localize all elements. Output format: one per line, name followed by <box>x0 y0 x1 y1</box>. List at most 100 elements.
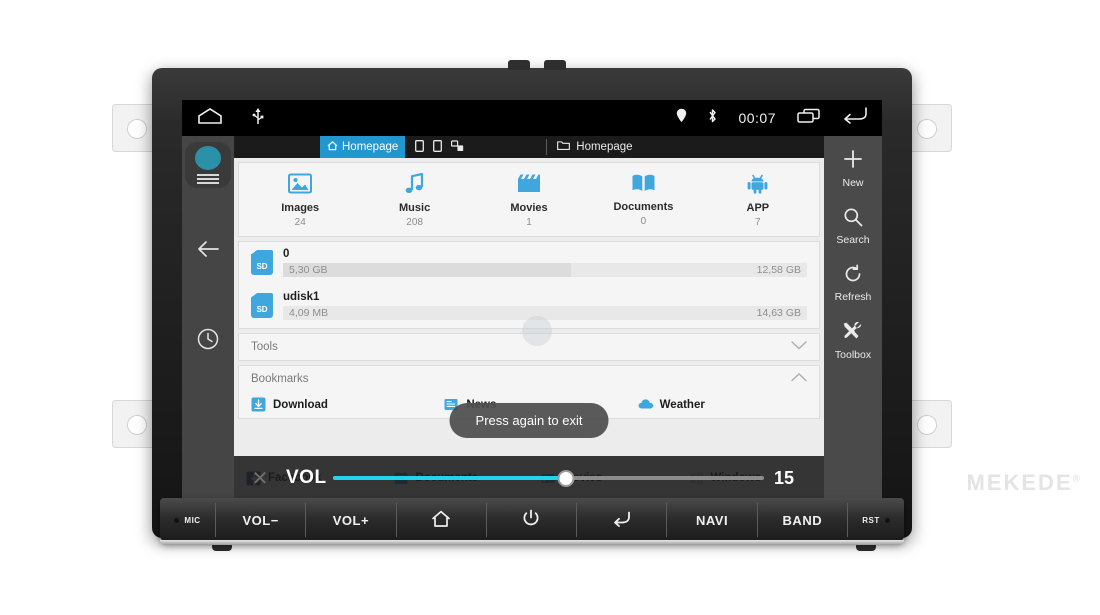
weather-cloud-icon <box>638 397 653 412</box>
category-label: Music <box>399 202 431 214</box>
mic-button[interactable]: MIC <box>160 503 216 537</box>
refresh-icon <box>843 264 863 289</box>
mic-hole-icon <box>174 517 180 523</box>
category-movies[interactable]: Movies 1 <box>472 173 586 228</box>
chevron-up-icon[interactable] <box>791 372 807 385</box>
reset-label: RST <box>862 515 880 525</box>
band-button[interactable]: BAND <box>758 503 848 537</box>
volume-up-button[interactable]: VOL+ <box>306 503 397 537</box>
bracket-hole <box>127 119 147 139</box>
bluetooth-icon <box>707 108 718 129</box>
category-count: 0 <box>640 216 647 227</box>
action-label: New <box>842 177 864 189</box>
storage-card: SD 0 5,30 GB 12,58 GB SD udisk1 4,09 MB … <box>238 241 820 329</box>
sd-card-icon: SD <box>251 250 273 275</box>
navi-button[interactable]: NAVI <box>667 503 758 537</box>
category-count: 208 <box>406 217 423 228</box>
car-head-unit: 00:07 Homepage Homepage Images 24 Music … <box>152 60 912 538</box>
action-label: Refresh <box>834 291 872 303</box>
volume-knob[interactable] <box>557 470 575 487</box>
close-icon[interactable]: ✕ <box>234 466 286 491</box>
bookmark-weather[interactable]: Weather <box>626 397 819 412</box>
category-count: 1 <box>526 217 532 228</box>
category-app[interactable]: APP 7 <box>701 173 815 228</box>
category-label: Documents <box>613 201 674 213</box>
home-outline-icon[interactable] <box>196 107 224 130</box>
volume-overlay: ✕ VOL 15 <box>234 456 824 500</box>
categories-card: Images 24 Music 208 Movies 1 Documents 0… <box>238 162 820 237</box>
action-search[interactable]: Search <box>836 207 870 246</box>
search-icon <box>843 207 863 232</box>
mic-label: MIC <box>184 515 201 525</box>
bracket-hole <box>917 415 937 435</box>
left-navigation-rail <box>182 136 234 500</box>
network-device-icon[interactable] <box>451 139 464 155</box>
reset-button[interactable]: RST <box>848 503 904 537</box>
reset-pinhole-icon <box>884 517 890 523</box>
category-music[interactable]: Music 208 <box>357 172 471 228</box>
android-icon <box>747 173 768 199</box>
app-avatar[interactable] <box>185 142 231 188</box>
folder-icon <box>557 140 571 154</box>
android-status-bar: 00:07 <box>182 100 882 136</box>
toast-message: Press again to exit <box>449 403 609 438</box>
breadcrumb-label: Homepage <box>576 141 633 153</box>
plus-icon <box>842 148 864 175</box>
hamburger-icon[interactable] <box>197 174 219 184</box>
volume-down-button[interactable]: VOL− <box>216 503 307 537</box>
action-label: Toolbox <box>834 349 872 361</box>
breadcrumb[interactable]: Homepage <box>547 136 642 158</box>
bezel-tab-right <box>544 60 566 70</box>
bezel-tab-left <box>508 60 530 70</box>
status-clock: 00:07 <box>738 110 776 126</box>
back-arrow-icon[interactable] <box>188 232 228 266</box>
volume-label: VOL <box>286 467 327 488</box>
bracket-hole <box>917 119 937 139</box>
action-label: Search <box>836 234 870 246</box>
storage-name: udisk1 <box>283 291 320 303</box>
hardware-button-bar: MIC VOL− VOL+ NAVI BAND RST <box>160 498 904 542</box>
power-icon <box>522 509 540 531</box>
bookmark-label: Weather <box>659 398 705 411</box>
brand-watermark: MEKEDE® <box>966 470 1082 495</box>
back-button[interactable] <box>577 503 668 537</box>
action-toolbox[interactable]: Toolbox <box>835 321 871 361</box>
volume-slider[interactable] <box>332 467 764 489</box>
back-arrow-icon[interactable] <box>842 106 868 130</box>
power-button[interactable] <box>487 503 578 537</box>
download-icon <box>251 397 266 412</box>
action-new[interactable]: New <box>842 148 864 189</box>
chrome-trim <box>160 540 904 545</box>
action-refresh[interactable]: Refresh <box>834 264 872 303</box>
home-icon <box>431 510 451 531</box>
image-icon <box>288 173 313 199</box>
recents-icon[interactable] <box>796 107 822 130</box>
tab-bar: Homepage Homepage <box>234 136 824 158</box>
section-label: Bookmarks <box>251 373 309 385</box>
home-button[interactable] <box>397 503 487 537</box>
volume-fill <box>332 476 566 480</box>
section-label: Tools <box>251 341 278 353</box>
device-screen: 00:07 Homepage Homepage Images 24 Music … <box>182 100 882 500</box>
category-label: Images <box>281 202 320 214</box>
home-icon <box>327 140 338 154</box>
category-label: APP <box>746 202 770 214</box>
bookmark-download[interactable]: Download <box>239 397 432 412</box>
device-icon[interactable] <box>415 139 425 155</box>
clapperboard-icon <box>517 173 541 199</box>
clock-history-icon[interactable] <box>188 322 228 356</box>
device-icon[interactable] <box>433 139 443 155</box>
chevron-down-icon[interactable] <box>791 341 807 353</box>
usb-icon <box>252 107 264 130</box>
category-images[interactable]: Images 24 <box>243 173 357 228</box>
right-action-rail: New Search Refresh Toolbox <box>824 136 882 500</box>
category-documents[interactable]: Documents 0 <box>586 173 700 228</box>
tab-homepage[interactable]: Homepage <box>320 136 406 158</box>
bracket-hole <box>127 415 147 435</box>
back-arrow-icon <box>612 510 632 531</box>
tab-homepage-label: Homepage <box>342 141 399 153</box>
bookmark-label: Download <box>273 398 328 411</box>
category-label: Movies <box>510 202 548 214</box>
category-count: 24 <box>294 217 306 228</box>
storage-item[interactable]: SD 0 5,30 GB 12,58 GB <box>239 242 819 285</box>
